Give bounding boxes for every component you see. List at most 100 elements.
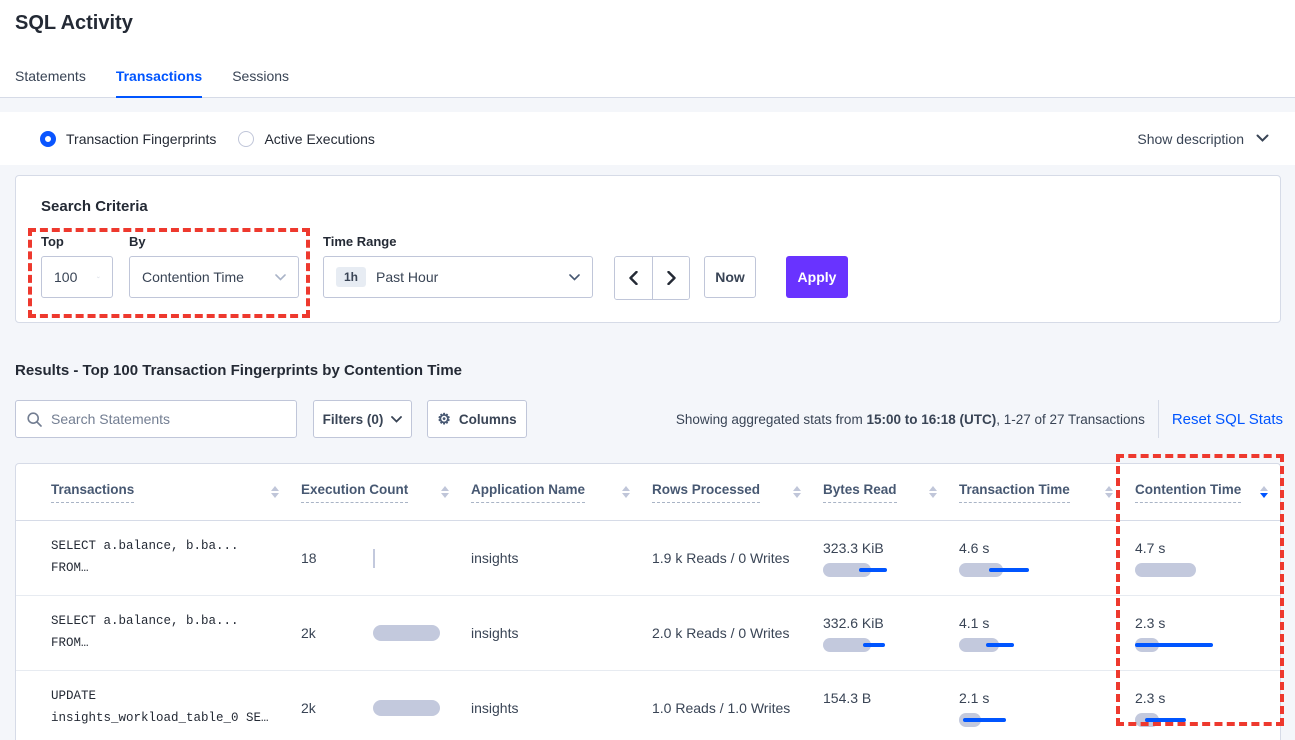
time-range-select[interactable]: 1h Past Hour [323, 256, 593, 298]
sort-icon [622, 486, 630, 498]
chevron-down-icon [1256, 134, 1269, 143]
gear-icon: ⚙ [437, 412, 450, 427]
page-title: SQL Activity [15, 12, 133, 35]
search-statements-input[interactable] [51, 411, 285, 427]
table-header-row: Transactions Execution Count Application… [16, 464, 1280, 521]
top-bar: SQL Activity Statements Transactions Ses… [0, 0, 1295, 98]
filters-label: Filters (0) [323, 412, 384, 427]
column-header-application-name[interactable]: Application Name [471, 482, 652, 503]
results-heading: Results - Top 100 Transaction Fingerprin… [15, 362, 462, 379]
transaction-fingerprint-link[interactable]: SELECT a.balance, b.ba...FROM… [51, 611, 301, 655]
tab-statements[interactable]: Statements [15, 68, 86, 98]
column-header-execution-count[interactable]: Execution Count [301, 482, 471, 503]
time-range-field: Time Range 1h Past Hour [323, 234, 593, 298]
contention-time-cell: 2.3 s [1135, 690, 1280, 727]
sort-icon [271, 486, 279, 498]
show-description-label: Show description [1137, 131, 1244, 147]
columns-button[interactable]: ⚙ Columns [427, 400, 527, 438]
radio-label: Active Executions [264, 131, 375, 147]
show-description-toggle[interactable]: Show description [1137, 131, 1269, 147]
table-row: SELECT a.balance, b.ba...FROM… 18 insigh… [16, 521, 1280, 596]
radio-label: Transaction Fingerprints [66, 131, 216, 147]
chevron-down-icon [97, 274, 100, 281]
execution-count-bar [373, 625, 440, 641]
chevron-left-icon [629, 271, 638, 285]
transaction-fingerprint-link[interactable]: UPDATEinsights_workload_table_0 SE… [51, 686, 301, 730]
chevron-down-icon [569, 274, 580, 281]
reset-sql-stats-link[interactable]: Reset SQL Stats [1172, 411, 1283, 428]
transaction-fingerprint-link[interactable]: SELECT a.balance, b.ba...FROM… [51, 536, 301, 580]
time-prev-button[interactable] [615, 257, 652, 299]
time-range-value: Past Hour [376, 269, 438, 285]
transaction-time-stddev-line [989, 568, 1029, 572]
rows-processed-cell: 1.9 k Reads / 0 Writes [652, 550, 823, 566]
search-criteria-card: Search Criteria Top 100 By Contention Ti… [15, 175, 1281, 323]
bytes-read-stddev-line [859, 568, 887, 572]
top-label: Top [41, 234, 113, 249]
top-select[interactable]: 100 [41, 256, 113, 298]
time-next-button[interactable] [652, 257, 689, 299]
now-button[interactable]: Now [704, 256, 756, 298]
application-name-cell: insights [471, 700, 652, 716]
aggregated-stats-text: Showing aggregated stats from 15:00 to 1… [676, 412, 1145, 427]
transaction-time-stddev-line [963, 718, 1006, 722]
contention-time-bar [1135, 563, 1196, 577]
column-header-contention-time[interactable]: Contention Time [1135, 482, 1280, 503]
execution-count-bar [373, 549, 375, 568]
application-name-cell: insights [471, 625, 652, 641]
application-name-cell: insights [471, 550, 652, 566]
apply-button[interactable]: Apply [786, 256, 848, 298]
transaction-time-cell: 4.1 s [959, 615, 1135, 652]
bytes-read-cell: 332.6 KiB [823, 615, 959, 652]
table-row: SELECT a.balance, b.ba...FROM… 2k insigh… [16, 596, 1280, 671]
sort-icon [1105, 486, 1113, 498]
top-field: Top 100 [41, 234, 113, 298]
transaction-time-cell: 2.1 s [959, 690, 1135, 727]
contention-time-cell: 4.7 s [1135, 540, 1280, 577]
execution-count-bar [373, 700, 440, 716]
rows-processed-cell: 1.0 Reads / 1.0 Writes [652, 700, 823, 716]
bytes-read-cell: 323.3 KiB [823, 540, 959, 577]
view-mode-band: Transaction Fingerprints Active Executio… [0, 112, 1295, 165]
radio-selected-icon [40, 131, 56, 147]
tab-transactions[interactable]: Transactions [116, 68, 202, 98]
contention-time-cell: 2.3 s [1135, 615, 1280, 652]
top-value: 100 [54, 269, 77, 285]
divider [1158, 400, 1159, 438]
radio-active-executions[interactable]: Active Executions [238, 131, 375, 147]
search-statements-box [15, 400, 297, 438]
time-nav-group [614, 256, 690, 300]
tab-bar: Statements Transactions Sessions [15, 68, 289, 98]
time-range-badge: 1h [336, 267, 366, 287]
transaction-time-stddev-line [986, 643, 1014, 647]
radio-unselected-icon [238, 131, 254, 147]
transactions-table: Transactions Execution Count Application… [15, 463, 1281, 740]
chevron-right-icon [667, 271, 676, 285]
search-criteria-heading: Search Criteria [41, 198, 148, 215]
bytes-read-cell: 154.3 B [823, 690, 959, 727]
table-row: UPDATEinsights_workload_table_0 SE… 2k i… [16, 671, 1280, 740]
sql-activity-page: SQL Activity Statements Transactions Ses… [0, 0, 1295, 740]
sort-icon [793, 486, 801, 498]
contention-time-stddev-line [1135, 643, 1213, 647]
tab-sessions[interactable]: Sessions [232, 68, 289, 98]
execution-count-cell: 2k [301, 700, 471, 716]
by-label: By [129, 234, 299, 249]
rows-processed-cell: 2.0 k Reads / 0 Writes [652, 625, 823, 641]
column-header-transaction-time[interactable]: Transaction Time [959, 482, 1135, 503]
transaction-time-cell: 4.6 s [959, 540, 1135, 577]
filters-button[interactable]: Filters (0) [313, 400, 412, 438]
time-range-label: Time Range [323, 234, 593, 249]
chevron-down-icon [275, 274, 286, 281]
stats-row: Showing aggregated stats from 15:00 to 1… [620, 400, 1283, 438]
bytes-read-stddev-line [863, 643, 885, 647]
radio-transaction-fingerprints[interactable]: Transaction Fingerprints [40, 131, 216, 147]
by-select[interactable]: Contention Time [129, 256, 299, 298]
column-header-bytes-read[interactable]: Bytes Read [823, 482, 959, 503]
column-header-transactions[interactable]: Transactions [51, 482, 301, 503]
column-header-rows-processed[interactable]: Rows Processed [652, 482, 823, 503]
sort-icon [441, 486, 449, 498]
chevron-down-icon [391, 416, 402, 423]
contention-time-stddev-line [1145, 718, 1186, 722]
columns-label: Columns [459, 412, 517, 427]
